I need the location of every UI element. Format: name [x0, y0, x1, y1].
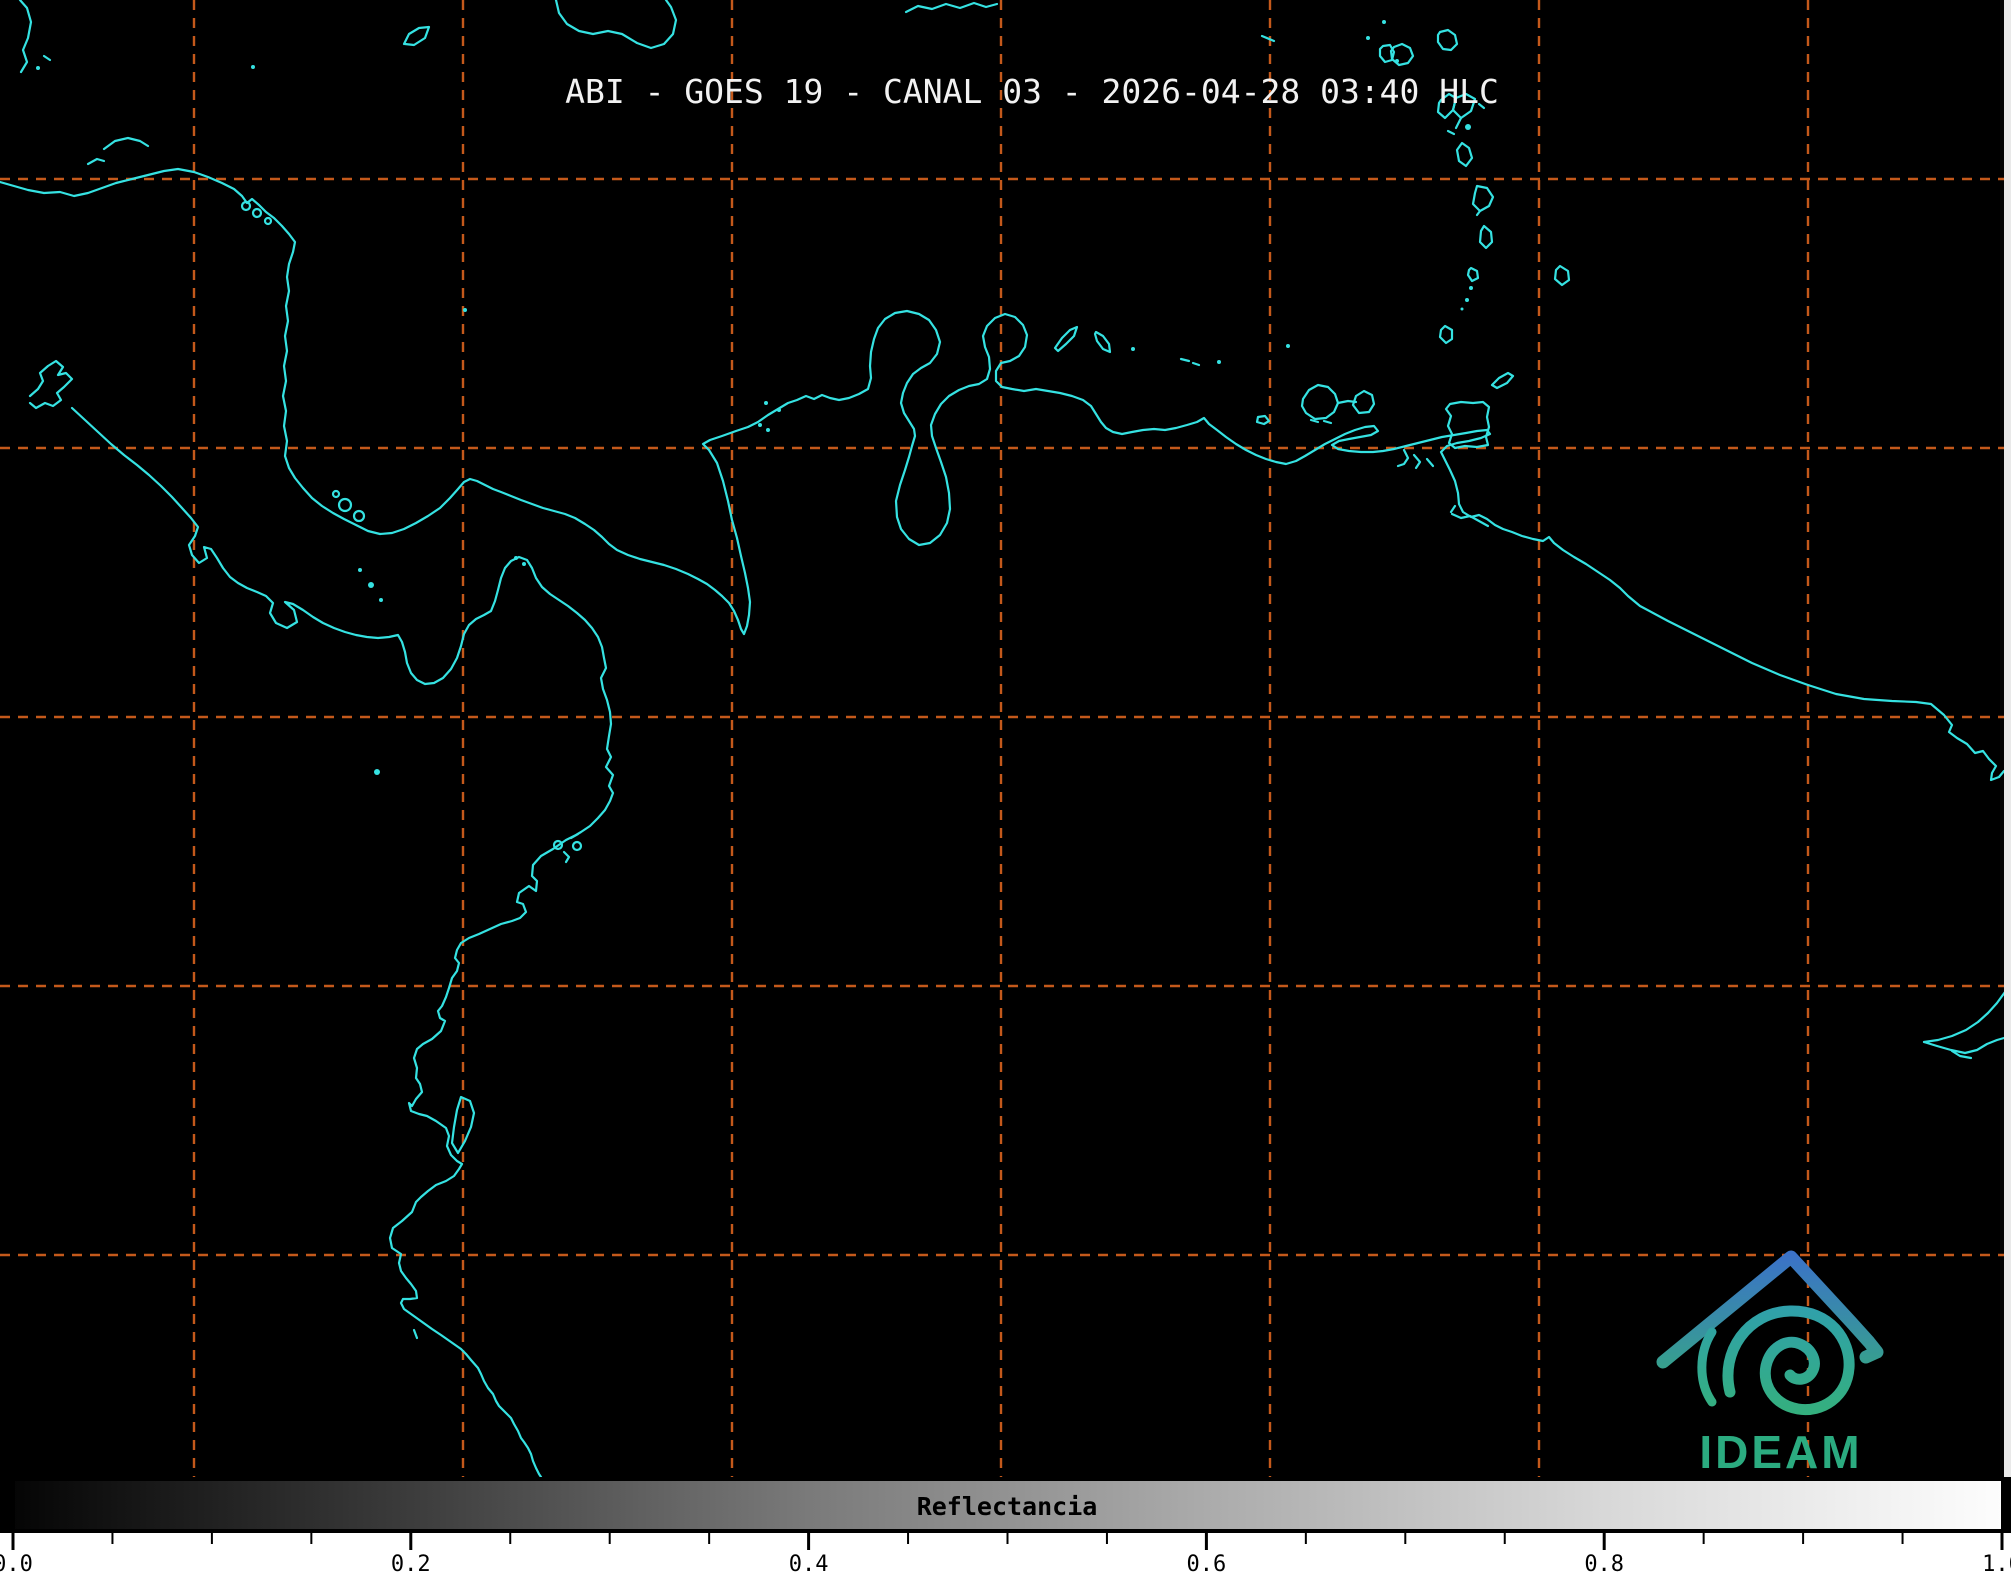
- coiba-dot-3: [379, 598, 383, 602]
- panama-islet-2: [777, 408, 781, 412]
- marie-galante: [1465, 124, 1471, 130]
- aves-dot: [1131, 347, 1135, 351]
- colorbar-tick-label: 1.0: [1982, 1552, 2011, 1577]
- island-dot-3: [1366, 36, 1370, 40]
- coiba-dot-1: [358, 568, 362, 572]
- colorbar-tick-label: 0.8: [1584, 1552, 1624, 1577]
- pearl-dot-1: [514, 556, 518, 560]
- los-testigos-dot: [1286, 344, 1290, 348]
- logo-text: IDEAM: [1699, 1426, 1862, 1478]
- colorbar-tick-label: 0.4: [789, 1552, 829, 1577]
- grenadines-dot-1: [1469, 286, 1473, 290]
- blanquilla-dot: [1217, 360, 1221, 364]
- panama-islet-1: [764, 401, 768, 405]
- island-dot-5: [1395, 59, 1399, 63]
- right-edge-margin: [2004, 0, 2011, 1477]
- island-dot-1: [36, 66, 40, 70]
- map-background: [0, 0, 2011, 1477]
- colorbar-tick-label: 0.6: [1187, 1552, 1227, 1577]
- gorgona-dot: [374, 769, 380, 775]
- image-title: ABI - GOES 19 - CANAL 03 - 2026-04-28 03…: [565, 72, 1499, 111]
- grenadines-dot-2: [1465, 298, 1469, 302]
- colorbar-tick-label: 0.0: [0, 1552, 33, 1577]
- tick-strip-background: [0, 1533, 2011, 1577]
- providencia-dot: [463, 308, 467, 312]
- island-dot-6: [1382, 20, 1386, 24]
- cartagena-islet-1: [758, 423, 762, 427]
- cartagena-islet-2: [766, 428, 770, 432]
- colorbar-title: Reflectancia: [917, 1492, 1098, 1521]
- grenadines-dot-3: [1460, 307, 1464, 311]
- colorbar-tick-label: 0.2: [391, 1552, 431, 1577]
- pearl-dot-2: [522, 562, 526, 566]
- island-dot-2: [251, 65, 255, 69]
- coiba-dot-2: [368, 582, 374, 588]
- satellite-image-canvas: ABI - GOES 19 - CANAL 03 - 2026-04-28 03…: [0, 0, 2011, 1577]
